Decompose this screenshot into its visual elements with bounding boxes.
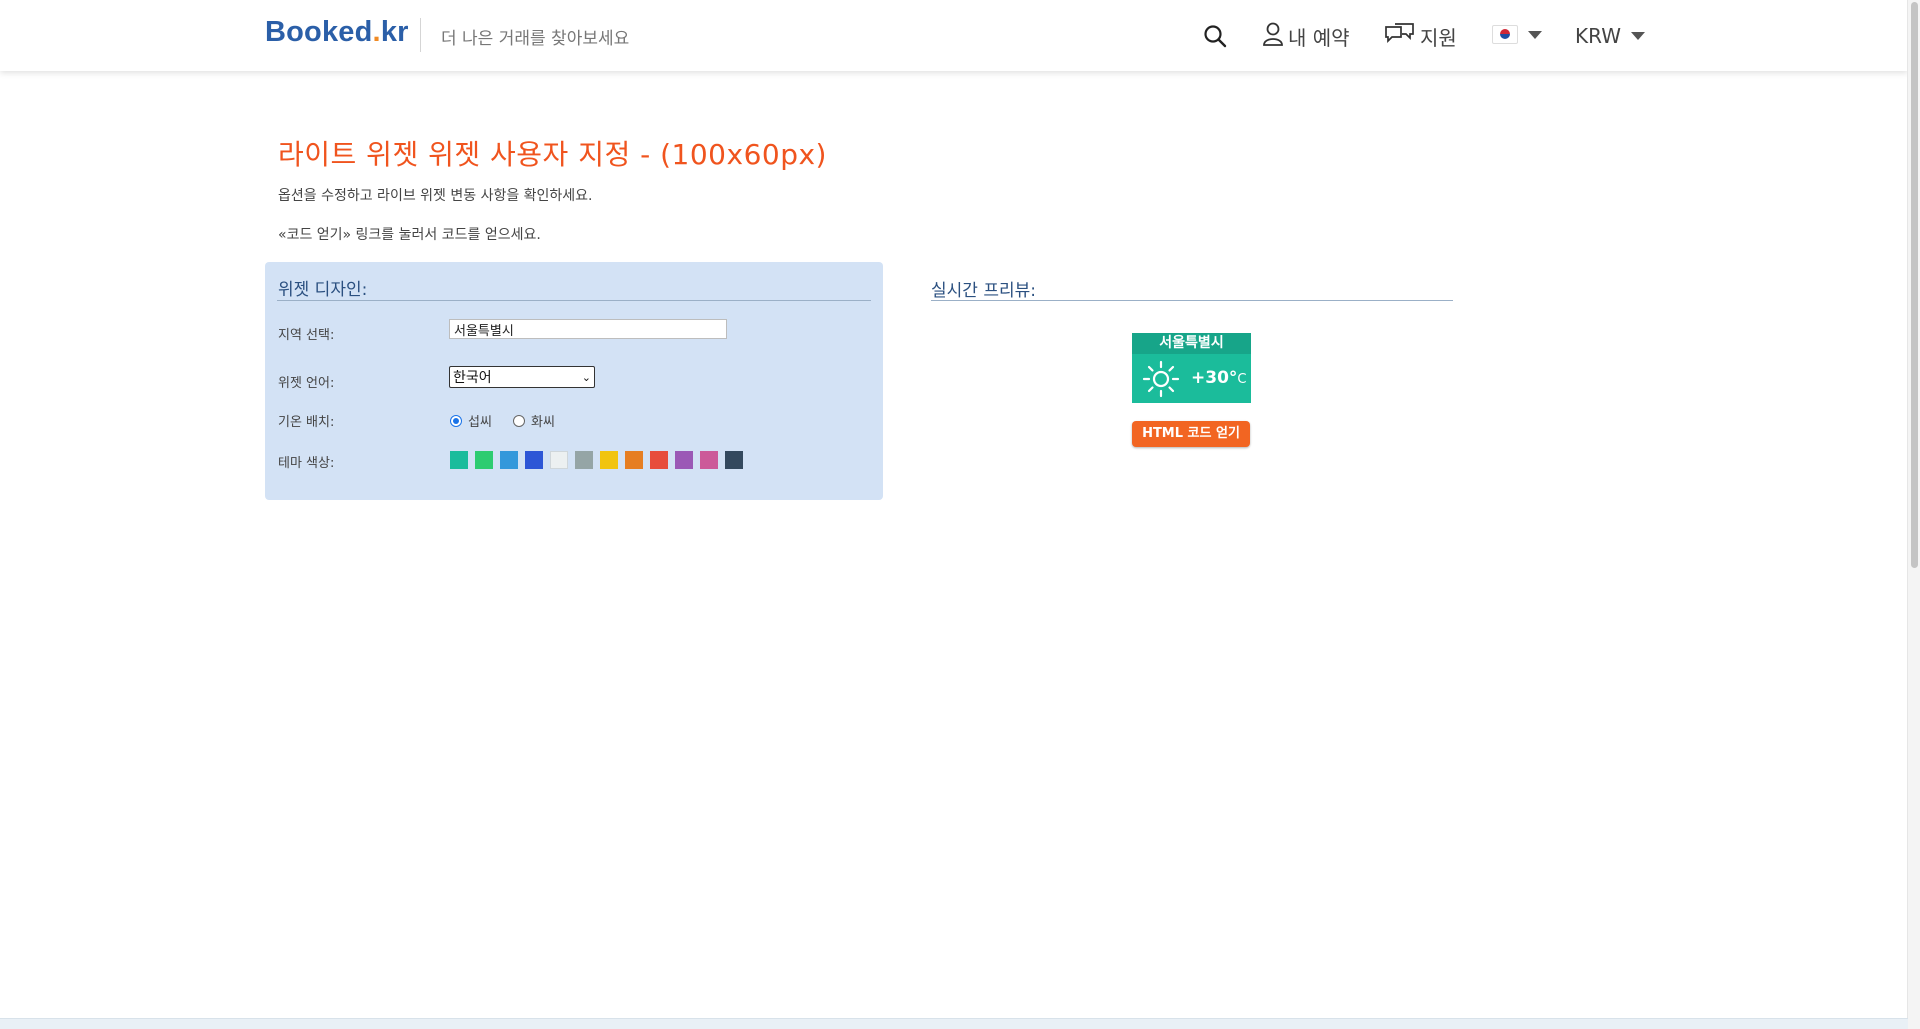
design-panel-divider xyxy=(277,300,871,301)
flag-kr-icon xyxy=(1492,25,1518,44)
design-panel-title: 위젯 디자인: xyxy=(278,280,368,300)
widget-language-select[interactable]: 한국어 ⌄ xyxy=(449,366,595,388)
language-label: 위젯 언어: xyxy=(278,376,335,391)
bottom-strip xyxy=(0,1018,1908,1029)
preview-title: 실시간 프리뷰: xyxy=(931,281,1036,301)
theme-color-swatch[interactable] xyxy=(525,451,543,469)
get-html-code-button[interactable]: HTML 코드 얻기 xyxy=(1132,421,1250,447)
vertical-scrollbar[interactable] xyxy=(1907,0,1920,1029)
sun-icon xyxy=(1142,360,1180,402)
weather-widget-preview[interactable]: 서울특별시 +30°C xyxy=(1132,333,1251,403)
theme-color-swatch[interactable] xyxy=(675,451,693,469)
chevron-down-icon xyxy=(1630,32,1645,40)
chevron-down-icon xyxy=(1528,30,1542,39)
theme-color-swatch[interactable] xyxy=(575,451,593,469)
my-booking-link[interactable]: 내 예약 xyxy=(1262,22,1350,51)
celsius-radio[interactable]: 섭씨 xyxy=(450,411,492,430)
theme-color-label: 테마 색상: xyxy=(278,456,335,471)
logo-tld: kr xyxy=(380,16,409,48)
widget-temp-unit: C xyxy=(1237,372,1247,387)
celsius-label: 섭씨 xyxy=(468,415,492,430)
user-icon xyxy=(1262,22,1284,51)
support-label: 지원 xyxy=(1420,26,1457,50)
radio-unchecked-icon xyxy=(513,414,525,427)
search-icon[interactable] xyxy=(1203,24,1227,52)
language-selector[interactable] xyxy=(1492,25,1542,44)
theme-color-swatch[interactable] xyxy=(500,451,518,469)
header-tagline: 더 나은 거래를 찾아보세요 xyxy=(441,29,630,49)
theme-color-swatch[interactable] xyxy=(625,451,643,469)
widget-temp-value: +30° xyxy=(1191,368,1238,388)
currency-label: KRW xyxy=(1575,24,1621,48)
language-select-value: 한국어 xyxy=(453,370,492,386)
fahrenheit-radio[interactable]: 화씨 xyxy=(513,411,555,430)
logo-text: Booked xyxy=(265,16,373,48)
city-input[interactable] xyxy=(449,319,727,339)
logo-dot: . xyxy=(372,16,381,48)
scrollbar-thumb[interactable] xyxy=(1911,2,1918,568)
theme-color-swatch[interactable] xyxy=(700,451,718,469)
site-header: Booked.kr 더 나은 거래를 찾아보세요 내 예약 지원 KRW xyxy=(0,0,1908,71)
intro-text: 옵션을 수정하고 라이브 위젯 변동 사항을 확인하세요. xyxy=(278,188,593,204)
temperature-label: 기온 배치: xyxy=(278,415,335,430)
widget-city: 서울특별시 xyxy=(1132,333,1251,354)
theme-color-swatch[interactable] xyxy=(475,451,493,469)
currency-selector[interactable]: KRW xyxy=(1575,24,1645,48)
theme-color-swatch[interactable] xyxy=(550,451,568,469)
radio-checked-icon xyxy=(450,414,462,427)
widget-design-panel: 위젯 디자인: 지역 선택: 위젯 언어: 한국어 ⌄ 기온 배치: 섭씨 화씨… xyxy=(265,262,883,500)
intro-code-hint: «코드 얻기» 링크를 눌러서 코드를 얻으세요. xyxy=(278,227,541,243)
chat-icon xyxy=(1384,22,1416,51)
fahrenheit-label: 화씨 xyxy=(531,415,555,430)
support-link[interactable]: 지원 xyxy=(1384,22,1457,51)
page-title: 라이트 위젯 위젯 사용자 지정 - (100x60px) xyxy=(278,138,827,171)
theme-color-swatches xyxy=(450,451,743,469)
header-divider xyxy=(420,18,421,52)
theme-color-swatch[interactable] xyxy=(450,451,468,469)
chevron-down-icon: ⌄ xyxy=(581,370,591,384)
my-booking-label: 내 예약 xyxy=(1288,26,1350,50)
city-label: 지역 선택: xyxy=(278,328,335,343)
theme-color-swatch[interactable] xyxy=(600,451,618,469)
preview-divider xyxy=(931,300,1453,301)
site-logo[interactable]: Booked.kr xyxy=(265,16,409,49)
widget-temperature: +30°C xyxy=(1191,368,1246,388)
theme-color-swatch[interactable] xyxy=(725,451,743,469)
theme-color-swatch[interactable] xyxy=(650,451,668,469)
